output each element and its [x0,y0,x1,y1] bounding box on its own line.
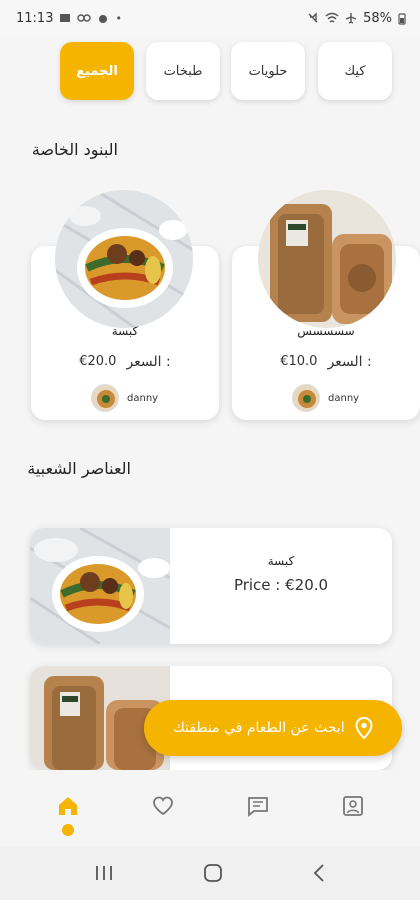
special-item-owner[interactable]: danny [91,384,158,412]
special-item-price: €20.0 [79,354,117,369]
active-indicator [61,824,74,836]
recents-icon[interactable] [94,864,114,882]
status-time: 11:13 [16,10,54,26]
app-notification-icon [77,14,92,22]
chat-icon [247,797,268,817]
popular-item-card[interactable]: كبسة Price : €20.0 [30,528,392,644]
popular-section-title: العناصر الشعبية [27,459,131,478]
status-bar: 11:13 • 58% [0,0,420,36]
popular-item-price: Price : €20.0 [233,576,329,594]
popular-item-name: كبسة [267,554,295,568]
category-chip-all[interactable]: الجميع [60,42,134,100]
location-pin-icon [355,717,373,739]
mute-icon [308,12,318,23]
cat-icon [99,15,108,23]
airplane-icon [345,13,357,24]
special-item-price-label: السعر : [327,354,372,370]
owner-name: danny [328,392,360,404]
battery-percent: 58% [363,10,392,26]
special-item-price-label: السعر : [126,354,171,370]
category-label: الجميع [76,63,118,79]
special-item-price: €10.0 [280,354,318,369]
wifi-icon [325,12,339,23]
find-food-label: ابحث عن الطعام في منطقتك [173,720,345,736]
home-circle-icon[interactable] [203,863,223,883]
nav-messages[interactable] [234,782,282,830]
nav-favorites[interactable] [139,782,187,830]
category-label: كيك [344,63,366,79]
category-chip-sweets[interactable]: حلويات [231,42,305,100]
back-icon[interactable] [312,863,326,883]
dot-icon: • [115,11,122,25]
kabsa-image [55,190,193,328]
special-item-price-row: €20.0 السعر : [31,354,219,370]
system-navigation-bar [0,846,420,900]
category-chip-dishes[interactable]: طبخات [146,42,220,100]
category-row: كيك حلويات طبخات الجميع [0,42,420,102]
avatar [292,384,320,412]
find-food-nearby-button[interactable]: ابحث عن الطعام في منطقتك [144,700,402,756]
profile-icon [342,796,363,816]
special-item-owner[interactable]: danny [292,384,359,412]
category-label: حلويات [248,63,288,79]
avatar [91,384,119,412]
nav-home[interactable] [44,782,92,836]
category-chip-cake[interactable]: كيك [318,42,392,100]
nav-profile[interactable] [329,782,377,830]
bottom-navigation [0,770,420,842]
gallery-icon [60,14,71,22]
home-icon [58,797,77,815]
special-section-title: البنود الخاصة [31,140,118,159]
category-label: طبخات [163,63,203,79]
heart-icon [152,796,173,816]
kabsa-image [30,528,171,644]
battery-icon [398,12,406,25]
bread-image [258,190,396,328]
special-item-price-row: €10.0 السعر : [232,354,420,370]
owner-name: danny [127,392,159,404]
